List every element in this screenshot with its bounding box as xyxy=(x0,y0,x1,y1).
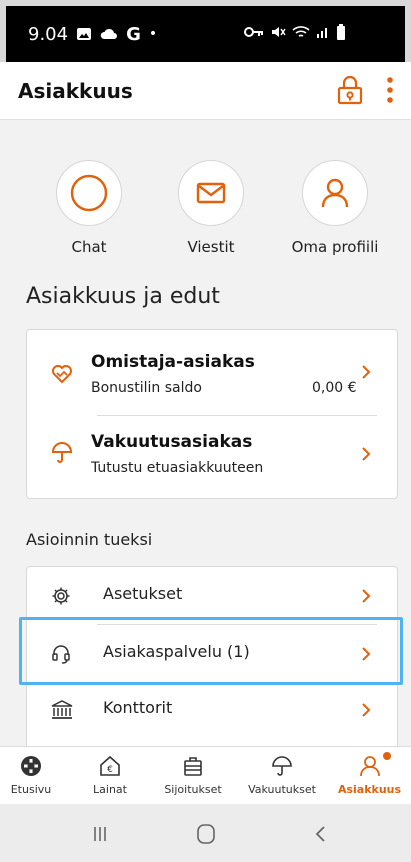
system-nav-bar xyxy=(0,804,411,862)
chevron-right-icon xyxy=(362,447,371,461)
page-title: Asiakkuus xyxy=(18,78,133,103)
envelope-icon xyxy=(196,182,226,204)
person-icon xyxy=(359,756,380,777)
nav-label: Vakuutukset xyxy=(248,783,316,796)
nav-item-investments[interactable]: Sijoitukset xyxy=(150,747,236,805)
g-icon: G xyxy=(126,23,141,45)
chevron-right-icon xyxy=(362,365,371,379)
home-icon[interactable] xyxy=(197,824,215,844)
headset-icon xyxy=(52,645,70,664)
key-icon xyxy=(244,27,263,37)
quick-actions: Chat Viestit Oma profiili xyxy=(0,160,411,260)
support-item-branches[interactable]: Konttorit xyxy=(27,682,397,739)
nav-label: Lainat xyxy=(93,783,127,796)
status-bar: 9.04 G • xyxy=(0,0,411,62)
support-item-label: Asiakaspalvelu (1) xyxy=(103,642,250,661)
gear-icon xyxy=(52,587,70,605)
nav-item-loans[interactable]: € Lainat xyxy=(70,747,150,805)
nav-item-insurance[interactable]: Vakuutukset xyxy=(236,747,328,805)
support-item-settings[interactable]: Asetukset xyxy=(27,567,397,624)
benefit-title: Omistaja-asiakas xyxy=(91,352,255,372)
briefcase-icon xyxy=(184,757,202,776)
support-item-customer-service[interactable]: Asiakaspalvelu (1) xyxy=(27,625,397,682)
nav-item-home[interactable]: Etusivu xyxy=(0,747,62,805)
battery-icon xyxy=(337,24,345,40)
benefit-owner-row[interactable]: Omistaja-asiakas Bonustilin saldo 0,00 € xyxy=(27,330,397,415)
house-euro-icon: € xyxy=(100,755,120,776)
bottom-nav: Etusivu € Lainat Sijoitukset Vakuutukset… xyxy=(0,746,411,804)
support-section-title: Asioinnin tueksi xyxy=(26,530,153,549)
chevron-right-icon xyxy=(362,647,371,661)
quick-action-label: Viestit xyxy=(187,238,235,256)
chevron-right-icon xyxy=(362,703,371,717)
quick-action-label: Oma profiili xyxy=(291,238,379,256)
handshake-heart-icon xyxy=(52,365,72,384)
notification-dot xyxy=(383,752,391,760)
umbrella-icon xyxy=(51,442,73,463)
benefit-insurance-row[interactable]: Vakuutusasiakas Tutustu etuasiakkuuteen xyxy=(27,415,397,500)
benefit-subtitle: Bonustilin saldo xyxy=(91,380,202,396)
chat-circle-icon xyxy=(70,174,108,212)
signal-icon xyxy=(317,28,327,38)
umbrella-icon xyxy=(272,756,292,776)
cloud-icon xyxy=(100,28,118,39)
nav-item-customership[interactable]: Asiakkuus xyxy=(328,747,411,805)
svg-text:€: € xyxy=(107,765,113,775)
chat-button[interactable] xyxy=(56,160,122,226)
nav-label: Sijoitukset xyxy=(164,783,222,796)
benefit-title: Vakuutusasiakas xyxy=(91,432,253,452)
image-icon xyxy=(77,28,92,40)
quick-action-messages[interactable]: Viestit xyxy=(156,160,266,256)
nav-label: Asiakkuus xyxy=(337,783,402,796)
quick-action-chat[interactable]: Chat xyxy=(34,160,144,256)
lock-icon[interactable] xyxy=(337,75,363,105)
profile-button[interactable] xyxy=(302,160,368,226)
bank-icon xyxy=(51,700,73,719)
benefits-section-title: Asiakkuus ja edut xyxy=(26,284,220,309)
home-logo-icon xyxy=(21,756,41,776)
app-header: Asiakkuus xyxy=(0,62,411,120)
support-item-label: Konttorit xyxy=(103,698,173,717)
benefits-card: Omistaja-asiakas Bonustilin saldo 0,00 €… xyxy=(26,329,398,499)
back-icon[interactable] xyxy=(314,825,326,843)
wifi-icon xyxy=(292,26,310,37)
benefit-subtitle: Tutustu etuasiakkuuteen xyxy=(91,460,264,476)
status-time: 9.04 xyxy=(28,23,69,45)
more-options-icon[interactable] xyxy=(386,76,394,104)
recent-apps-icon[interactable] xyxy=(92,826,108,842)
support-item-label: Asetukset xyxy=(103,584,183,603)
nav-label: Etusivu xyxy=(10,783,52,796)
support-card: Asetukset Asiakaspalvelu (1) Konttorit xyxy=(26,566,398,746)
quick-action-profile[interactable]: Oma profiili xyxy=(280,160,390,256)
chevron-right-icon xyxy=(362,589,371,603)
messages-button[interactable] xyxy=(178,160,244,226)
mute-icon xyxy=(272,27,286,37)
quick-action-label: Chat xyxy=(71,238,107,256)
person-icon xyxy=(321,178,349,208)
dot-icon: • xyxy=(148,26,158,42)
bonus-balance: 0,00 € xyxy=(312,380,357,396)
